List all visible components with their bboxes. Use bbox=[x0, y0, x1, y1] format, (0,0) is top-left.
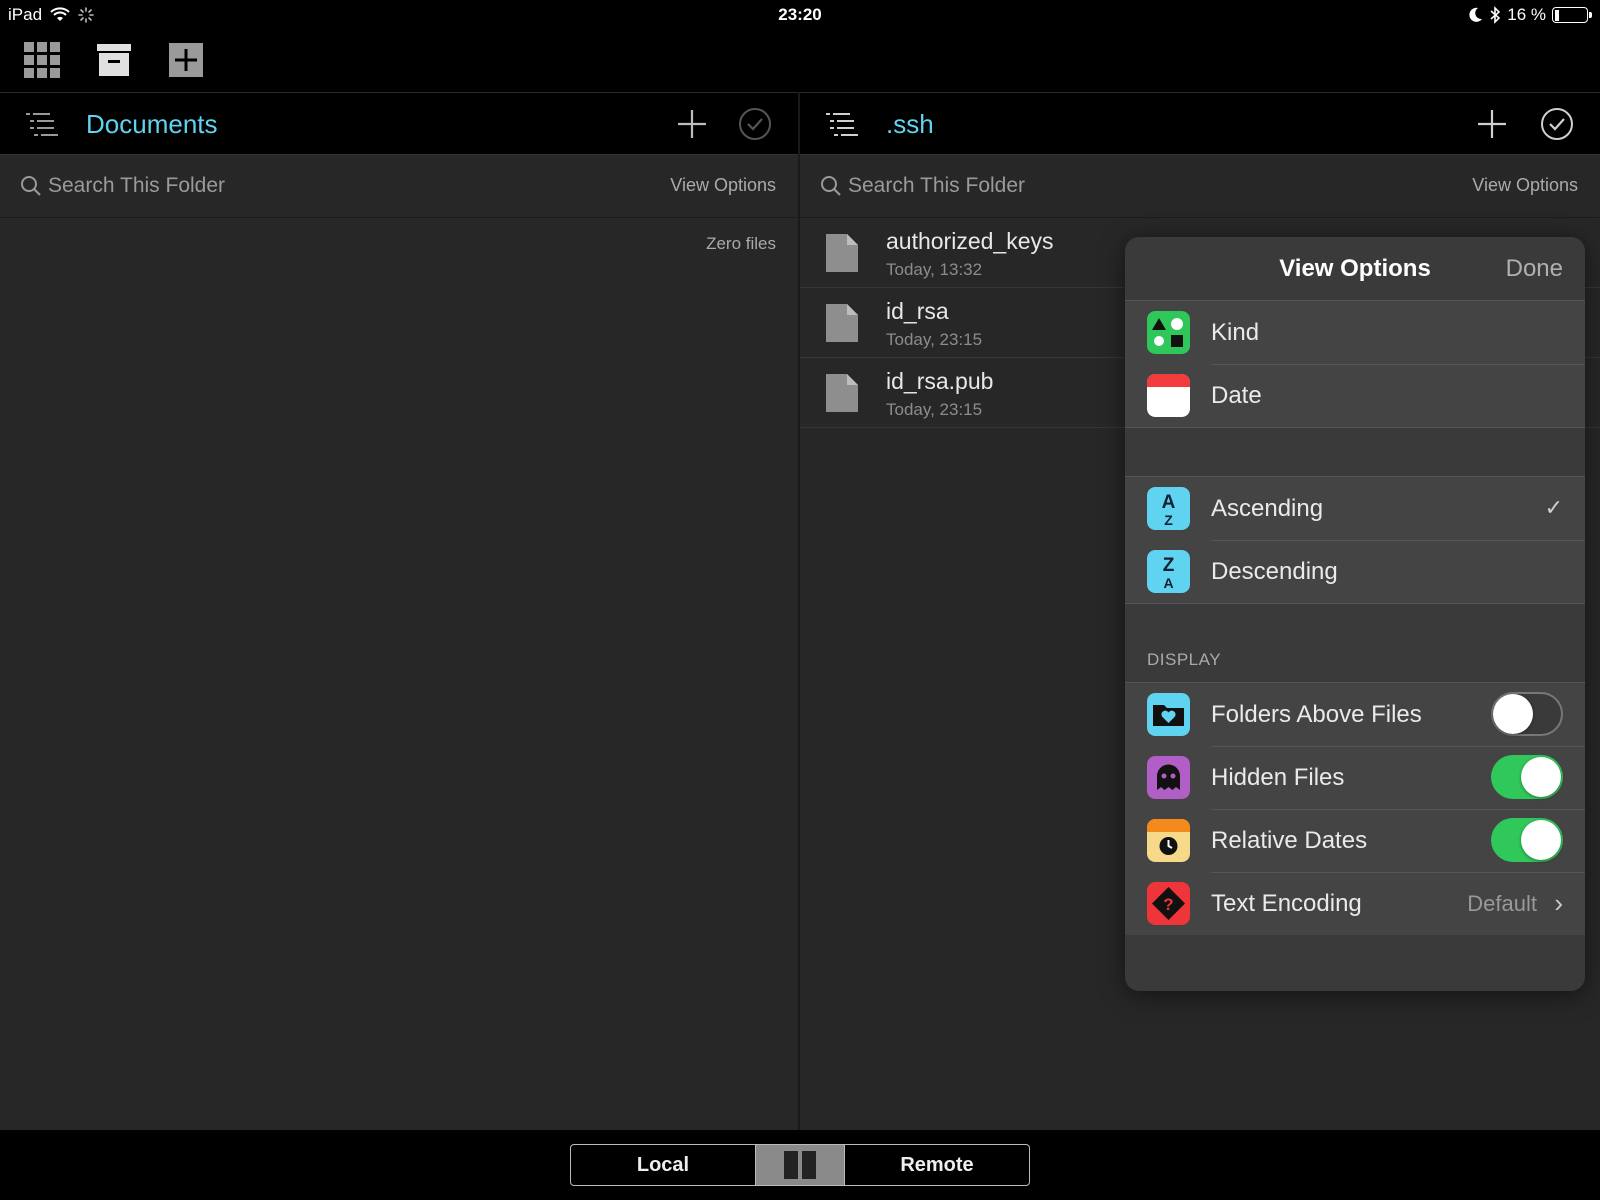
file-date: Today, 23:15 bbox=[886, 330, 983, 349]
remote-pane-header: .ssh bbox=[800, 92, 1600, 155]
local-search-row: View Options bbox=[0, 155, 798, 218]
remote-view-options-button[interactable]: View Options bbox=[1472, 175, 1578, 196]
remote-search-row: View Options bbox=[800, 155, 1600, 218]
grid-icon[interactable] bbox=[24, 42, 60, 78]
bluetooth-icon bbox=[1490, 6, 1501, 24]
document-icon bbox=[826, 374, 858, 412]
file-name: id_rsa.pub bbox=[886, 368, 994, 394]
section-gap bbox=[1125, 427, 1585, 477]
ghost-icon bbox=[1147, 756, 1190, 799]
file-name: id_rsa bbox=[886, 298, 949, 324]
text-encoding-label: Text Encoding bbox=[1211, 890, 1362, 917]
clock: 23:20 bbox=[778, 5, 822, 24]
local-pane-header: Documents bbox=[0, 92, 798, 155]
remote-segment[interactable]: Remote bbox=[844, 1145, 1029, 1185]
kind-icon bbox=[1147, 311, 1190, 354]
folder-heart-icon bbox=[1147, 693, 1190, 736]
document-icon bbox=[826, 304, 858, 342]
ascending-row[interactable]: A Z Ascending ✓ bbox=[1125, 477, 1585, 540]
sort-date-row[interactable]: Date bbox=[1125, 364, 1585, 427]
archive-icon[interactable] bbox=[96, 42, 132, 78]
ascending-label: Ascending bbox=[1211, 495, 1324, 522]
new-tab-icon[interactable] bbox=[168, 42, 204, 78]
search-icon bbox=[21, 176, 41, 196]
bottom-bar: Local Remote bbox=[0, 1130, 1600, 1200]
outline-menu-icon[interactable] bbox=[824, 109, 860, 139]
battery-percent: 16 % bbox=[1507, 5, 1546, 24]
select-check-icon[interactable] bbox=[1540, 107, 1574, 141]
select-check-icon[interactable] bbox=[738, 107, 772, 141]
svg-text:A: A bbox=[1162, 492, 1176, 513]
display-header-label: DISPLAY bbox=[1147, 650, 1222, 669]
app-toolbar bbox=[0, 30, 1600, 92]
outline-menu-icon[interactable] bbox=[24, 109, 60, 139]
svg-text:?: ? bbox=[1163, 895, 1173, 914]
remote-folder-title[interactable]: .ssh bbox=[886, 109, 934, 140]
relative-dates-label: Relative Dates bbox=[1211, 827, 1368, 854]
file-date: Today, 23:15 bbox=[886, 400, 983, 419]
descending-label: Descending bbox=[1211, 558, 1338, 585]
local-folder-title[interactable]: Documents bbox=[86, 109, 218, 140]
svg-text:A: A bbox=[1163, 575, 1173, 591]
file-name: authorized_keys bbox=[886, 228, 1054, 254]
add-icon[interactable] bbox=[675, 107, 709, 141]
split-view-icon bbox=[784, 1151, 816, 1179]
ascending-icon: A Z bbox=[1147, 487, 1190, 530]
popover-header: View Options Done bbox=[1125, 237, 1585, 301]
folders-above-files-toggle[interactable] bbox=[1491, 692, 1563, 736]
pane-segmented-control: Local Remote bbox=[570, 1144, 1030, 1186]
display-section-header: DISPLAY bbox=[1125, 603, 1585, 683]
svg-text:Z: Z bbox=[1164, 512, 1173, 528]
remote-search-input[interactable] bbox=[848, 169, 1208, 203]
document-icon bbox=[826, 234, 858, 272]
view-options-popover: View Options Done Kind Date A Z Ascendin… bbox=[1125, 237, 1585, 991]
hidden-files-row: Hidden Files bbox=[1125, 746, 1585, 809]
moon-icon bbox=[1469, 7, 1483, 22]
empty-folder-label: Zero files bbox=[706, 234, 776, 253]
local-segment[interactable]: Local bbox=[571, 1145, 756, 1185]
relative-dates-toggle[interactable] bbox=[1491, 818, 1563, 862]
file-date: Today, 13:32 bbox=[886, 260, 983, 279]
local-search-input[interactable] bbox=[48, 169, 408, 203]
sort-date-label: Date bbox=[1211, 382, 1262, 409]
add-icon[interactable] bbox=[1475, 107, 1509, 141]
local-pane: Documents View Options Zero files bbox=[0, 92, 798, 1130]
hidden-files-toggle[interactable] bbox=[1491, 755, 1563, 799]
folders-above-files-row: Folders Above Files bbox=[1125, 683, 1585, 746]
sort-kind-label: Kind bbox=[1211, 319, 1260, 346]
chevron-right-icon: › bbox=[1554, 888, 1563, 918]
clock-calendar-icon bbox=[1147, 819, 1190, 862]
done-button[interactable]: Done bbox=[1506, 255, 1563, 283]
split-view-segment[interactable] bbox=[756, 1145, 844, 1185]
hidden-files-label: Hidden Files bbox=[1211, 764, 1345, 791]
sort-kind-row[interactable]: Kind bbox=[1125, 301, 1585, 364]
folders-above-files-label: Folders Above Files bbox=[1211, 701, 1422, 728]
relative-dates-row: Relative Dates bbox=[1125, 809, 1585, 872]
local-view-options-button[interactable]: View Options bbox=[670, 175, 776, 196]
descending-row[interactable]: Z A Descending bbox=[1125, 540, 1585, 603]
calendar-icon bbox=[1147, 374, 1190, 417]
svg-text:Z: Z bbox=[1163, 555, 1175, 576]
status-bar: iPad 23:20 16 % bbox=[0, 0, 1600, 30]
battery-icon bbox=[1552, 7, 1592, 23]
search-icon bbox=[821, 176, 841, 196]
question-diamond-icon: ? bbox=[1147, 882, 1190, 925]
descending-icon: Z A bbox=[1147, 550, 1190, 593]
checkmark-icon: ✓ bbox=[1544, 495, 1563, 520]
text-encoding-row[interactable]: ? Text Encoding Default › bbox=[1125, 872, 1585, 935]
text-encoding-value: Default bbox=[1467, 891, 1537, 916]
